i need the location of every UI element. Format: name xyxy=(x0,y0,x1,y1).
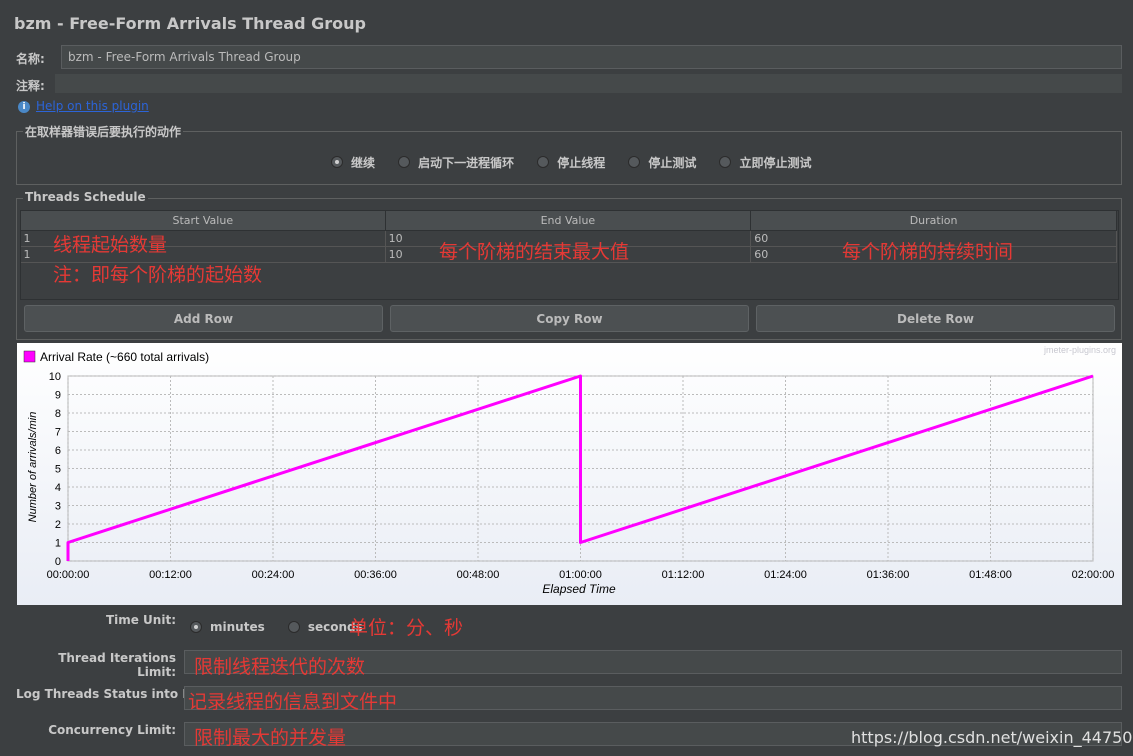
radio-selected-icon xyxy=(331,156,343,168)
y-tick-label: 5 xyxy=(55,464,61,476)
annotation-concurrency: 限制最大的并发量 xyxy=(194,727,347,749)
x-tick-label: 01:12:00 xyxy=(662,569,705,581)
radio-icon xyxy=(537,156,550,168)
error-action-title: 在取样器错误后要执行的动作 xyxy=(23,123,184,140)
log-threads-label: Log Threads Status into File: xyxy=(16,687,212,701)
annotation-time-unit: 单位：分、秒 xyxy=(349,617,464,639)
radio-icon xyxy=(628,156,641,168)
x-tick-label: 01:36:00 xyxy=(867,569,910,581)
legend-swatch xyxy=(23,350,36,363)
x-tick-label: 02:00:00 xyxy=(1072,569,1115,581)
annotation-start: 线程起始数量 xyxy=(53,234,168,256)
annotation-end: 每个阶梯的结束最大值 xyxy=(439,241,630,263)
y-tick-label: 1 xyxy=(55,538,61,550)
y-tick-label: 6 xyxy=(55,445,61,457)
annotation-duration: 每个阶梯的持续时间 xyxy=(842,241,1014,263)
x-tick-label: 00:48:00 xyxy=(457,569,500,581)
column-header-duration[interactable]: Duration xyxy=(750,210,1117,231)
radio-stop-test-now[interactable]: 立即停止测试 xyxy=(719,154,811,171)
y-tick-label: 9 xyxy=(55,390,61,402)
radio-start-next-loop[interactable]: 启动下一进程循环 xyxy=(398,154,514,171)
comment-label: 注释: xyxy=(16,79,45,93)
radio-icon xyxy=(287,621,300,633)
annotation-iterations: 限制线程迭代的次数 xyxy=(194,656,366,678)
x-tick-label: 00:00:00 xyxy=(47,569,90,581)
info-icon: i xyxy=(18,101,30,113)
concurrency-limit-label: Concurrency Limit: xyxy=(48,723,176,737)
radio-stop-thread[interactable]: 停止线程 xyxy=(537,154,605,171)
radio-continue[interactable]: 继续 xyxy=(331,154,375,171)
watermark-url: https://blog.csdn.net/weixin_44750991 xyxy=(851,728,1133,747)
annotation-start-note: 注：即每个阶梯的起始数 xyxy=(53,264,263,286)
legend-label: Arrival Rate (~660 total arrivals) xyxy=(40,350,209,364)
x-tick-label: 01:00:00 xyxy=(559,569,602,581)
comment-field[interactable] xyxy=(55,74,1122,93)
y-tick-label: 0 xyxy=(55,556,61,568)
radio-selected-icon xyxy=(190,621,202,633)
name-field[interactable]: bzm - Free-Form Arrivals Thread Group xyxy=(61,45,1122,69)
annotation-log: 记录线程的信息到文件中 xyxy=(188,691,398,713)
chart-watermark: jmeter-plugins.org xyxy=(1043,345,1116,355)
help-link[interactable]: Help on this plugin xyxy=(36,99,149,113)
y-axis-label: Number of arrivals/min xyxy=(27,412,39,523)
column-header-start[interactable]: Start Value xyxy=(20,210,386,231)
x-tick-label: 01:24:00 xyxy=(764,569,807,581)
name-label: 名称: xyxy=(16,52,45,66)
y-tick-label: 8 xyxy=(55,408,61,420)
add-row-button[interactable]: Add Row xyxy=(24,305,383,332)
delete-row-button[interactable]: Delete Row xyxy=(756,305,1115,332)
radio-icon xyxy=(719,156,732,168)
radio-stop-test[interactable]: 停止测试 xyxy=(628,154,696,171)
x-tick-label: 00:24:00 xyxy=(252,569,295,581)
y-tick-label: 7 xyxy=(55,427,61,439)
copy-row-button[interactable]: Copy Row xyxy=(390,305,749,332)
threads-schedule-title: Threads Schedule xyxy=(23,190,148,204)
x-axis-label: Elapsed Time xyxy=(542,582,616,596)
y-tick-label: 3 xyxy=(55,501,61,513)
error-action-group: 在取样器错误后要执行的动作 继续 启动下一进程循环 停止线程 停止测试 立即停止… xyxy=(16,123,1122,185)
chart-svg: Arrival Rate (~660 total arrivals) jmete… xyxy=(23,345,1116,596)
y-tick-label: 2 xyxy=(55,519,61,531)
time-unit-label: Time Unit: xyxy=(105,613,176,627)
iterations-limit-label: Thread Iterations Limit: xyxy=(58,651,176,679)
radio-icon xyxy=(398,156,411,168)
x-tick-label: 01:48:00 xyxy=(969,569,1012,581)
error-action-options: 继续 启动下一进程循环 停止线程 停止测试 立即停止测试 xyxy=(331,153,829,172)
x-tick-label: 00:12:00 xyxy=(149,569,192,581)
page-title: bzm - Free-Form Arrivals Thread Group xyxy=(14,14,366,33)
x-tick-label: 00:36:00 xyxy=(354,569,397,581)
y-tick-label: 4 xyxy=(55,482,61,494)
arrival-rate-chart: Arrival Rate (~660 total arrivals) jmete… xyxy=(17,343,1122,605)
y-tick-label: 10 xyxy=(49,371,61,383)
column-header-end[interactable]: End Value xyxy=(384,210,752,231)
radio-minutes[interactable]: minutes xyxy=(190,620,265,634)
